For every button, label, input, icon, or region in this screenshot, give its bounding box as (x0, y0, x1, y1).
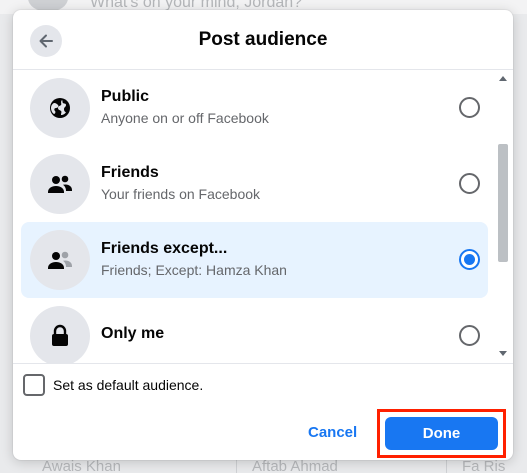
audience-option-public[interactable]: Public Anyone on or off Facebook (21, 70, 488, 146)
audience-option-list: Public Anyone on or off Facebook Friends… (13, 70, 513, 364)
cancel-button[interactable]: Cancel (308, 424, 357, 441)
background-name: Aftab Ahmad (252, 460, 338, 473)
scrollbar[interactable] (495, 70, 513, 364)
radio-friends-except[interactable] (459, 249, 480, 270)
background-friends-strip: Awais Khan Aftab Ahmad Fa Ris (0, 460, 527, 473)
done-button-highlight: Done (377, 409, 506, 458)
radio-friends[interactable] (459, 173, 480, 194)
lock-icon (52, 324, 68, 346)
option-icon-circle (30, 78, 90, 138)
audience-option-friends-except[interactable]: Friends except... Friends; Except: Hamza… (21, 222, 488, 298)
option-icon-circle (30, 306, 90, 363)
default-audience-label: Set as default audience. (53, 377, 204, 393)
dialog-header: Post audience (13, 10, 513, 70)
friends-icon (48, 175, 72, 193)
option-title: Public (101, 88, 150, 105)
scroll-up-arrow-icon[interactable] (499, 76, 507, 81)
background-name: Fa Ris (462, 460, 506, 473)
radio-public[interactable] (459, 97, 480, 118)
post-audience-dialog: Post audience Public Anyone on or off Fa… (13, 10, 513, 460)
option-subtitle: Anyone on or off Facebook (101, 110, 269, 126)
radio-only-me[interactable] (459, 325, 480, 346)
background-divider (446, 460, 447, 473)
option-subtitle: Your friends on Facebook (101, 186, 261, 202)
option-title: Friends (101, 164, 159, 181)
option-icon-circle (30, 154, 90, 214)
scroll-down-arrow-icon[interactable] (499, 351, 507, 356)
option-title: Only me (101, 325, 165, 342)
option-icon-circle (30, 230, 90, 290)
dialog-title: Post audience (198, 29, 328, 50)
option-title: Friends except... (101, 240, 228, 257)
background-divider (236, 460, 237, 473)
default-audience-checkbox[interactable] (23, 374, 45, 396)
audience-option-only-me[interactable]: Only me (21, 298, 488, 363)
friends-except-icon (48, 251, 72, 269)
done-button[interactable]: Done (385, 417, 498, 450)
background-name: Awais Khan (42, 460, 121, 473)
scroll-thumb[interactable] (498, 144, 508, 262)
option-subtitle: Friends; Except: Hamza Khan (101, 262, 287, 278)
globe-icon (50, 98, 70, 118)
audience-option-friends[interactable]: Friends Your friends on Facebook (21, 146, 488, 222)
